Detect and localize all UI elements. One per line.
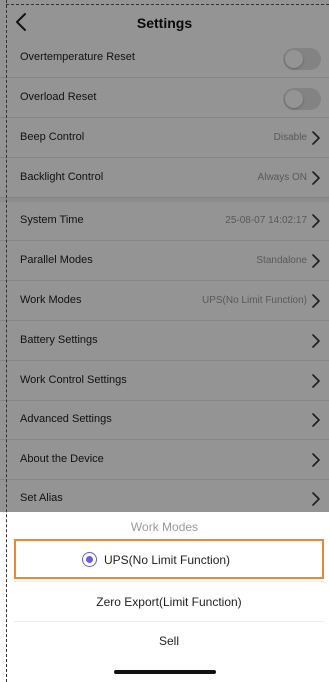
option-label: UPS(No Limit Function) bbox=[104, 553, 231, 567]
settings-screen: Settings Overtemperature Reset Overload … bbox=[0, 0, 329, 682]
option-label: Sell bbox=[158, 634, 179, 648]
work-modes-sheet: Work Modes UPS(No Limit Function) Zero E… bbox=[0, 512, 329, 682]
radio-selected-icon bbox=[82, 552, 97, 567]
option-sell[interactable]: Sell bbox=[14, 622, 324, 662]
option-zero-export[interactable]: Zero Export(Limit Function) bbox=[14, 583, 324, 623]
sheet-title: Work Modes bbox=[130, 520, 199, 534]
divider bbox=[14, 581, 324, 582]
radio-dot bbox=[85, 555, 93, 563]
option-ups-no-limit[interactable]: UPS(No Limit Function) bbox=[14, 539, 324, 579]
modal-backdrop[interactable] bbox=[0, 0, 329, 512]
option-label: Zero Export(Limit Function) bbox=[96, 595, 242, 609]
frame-dashed-border bbox=[6, 0, 7, 682]
home-indicator[interactable] bbox=[114, 670, 216, 674]
frame-dashed-border-top bbox=[6, 4, 329, 5]
